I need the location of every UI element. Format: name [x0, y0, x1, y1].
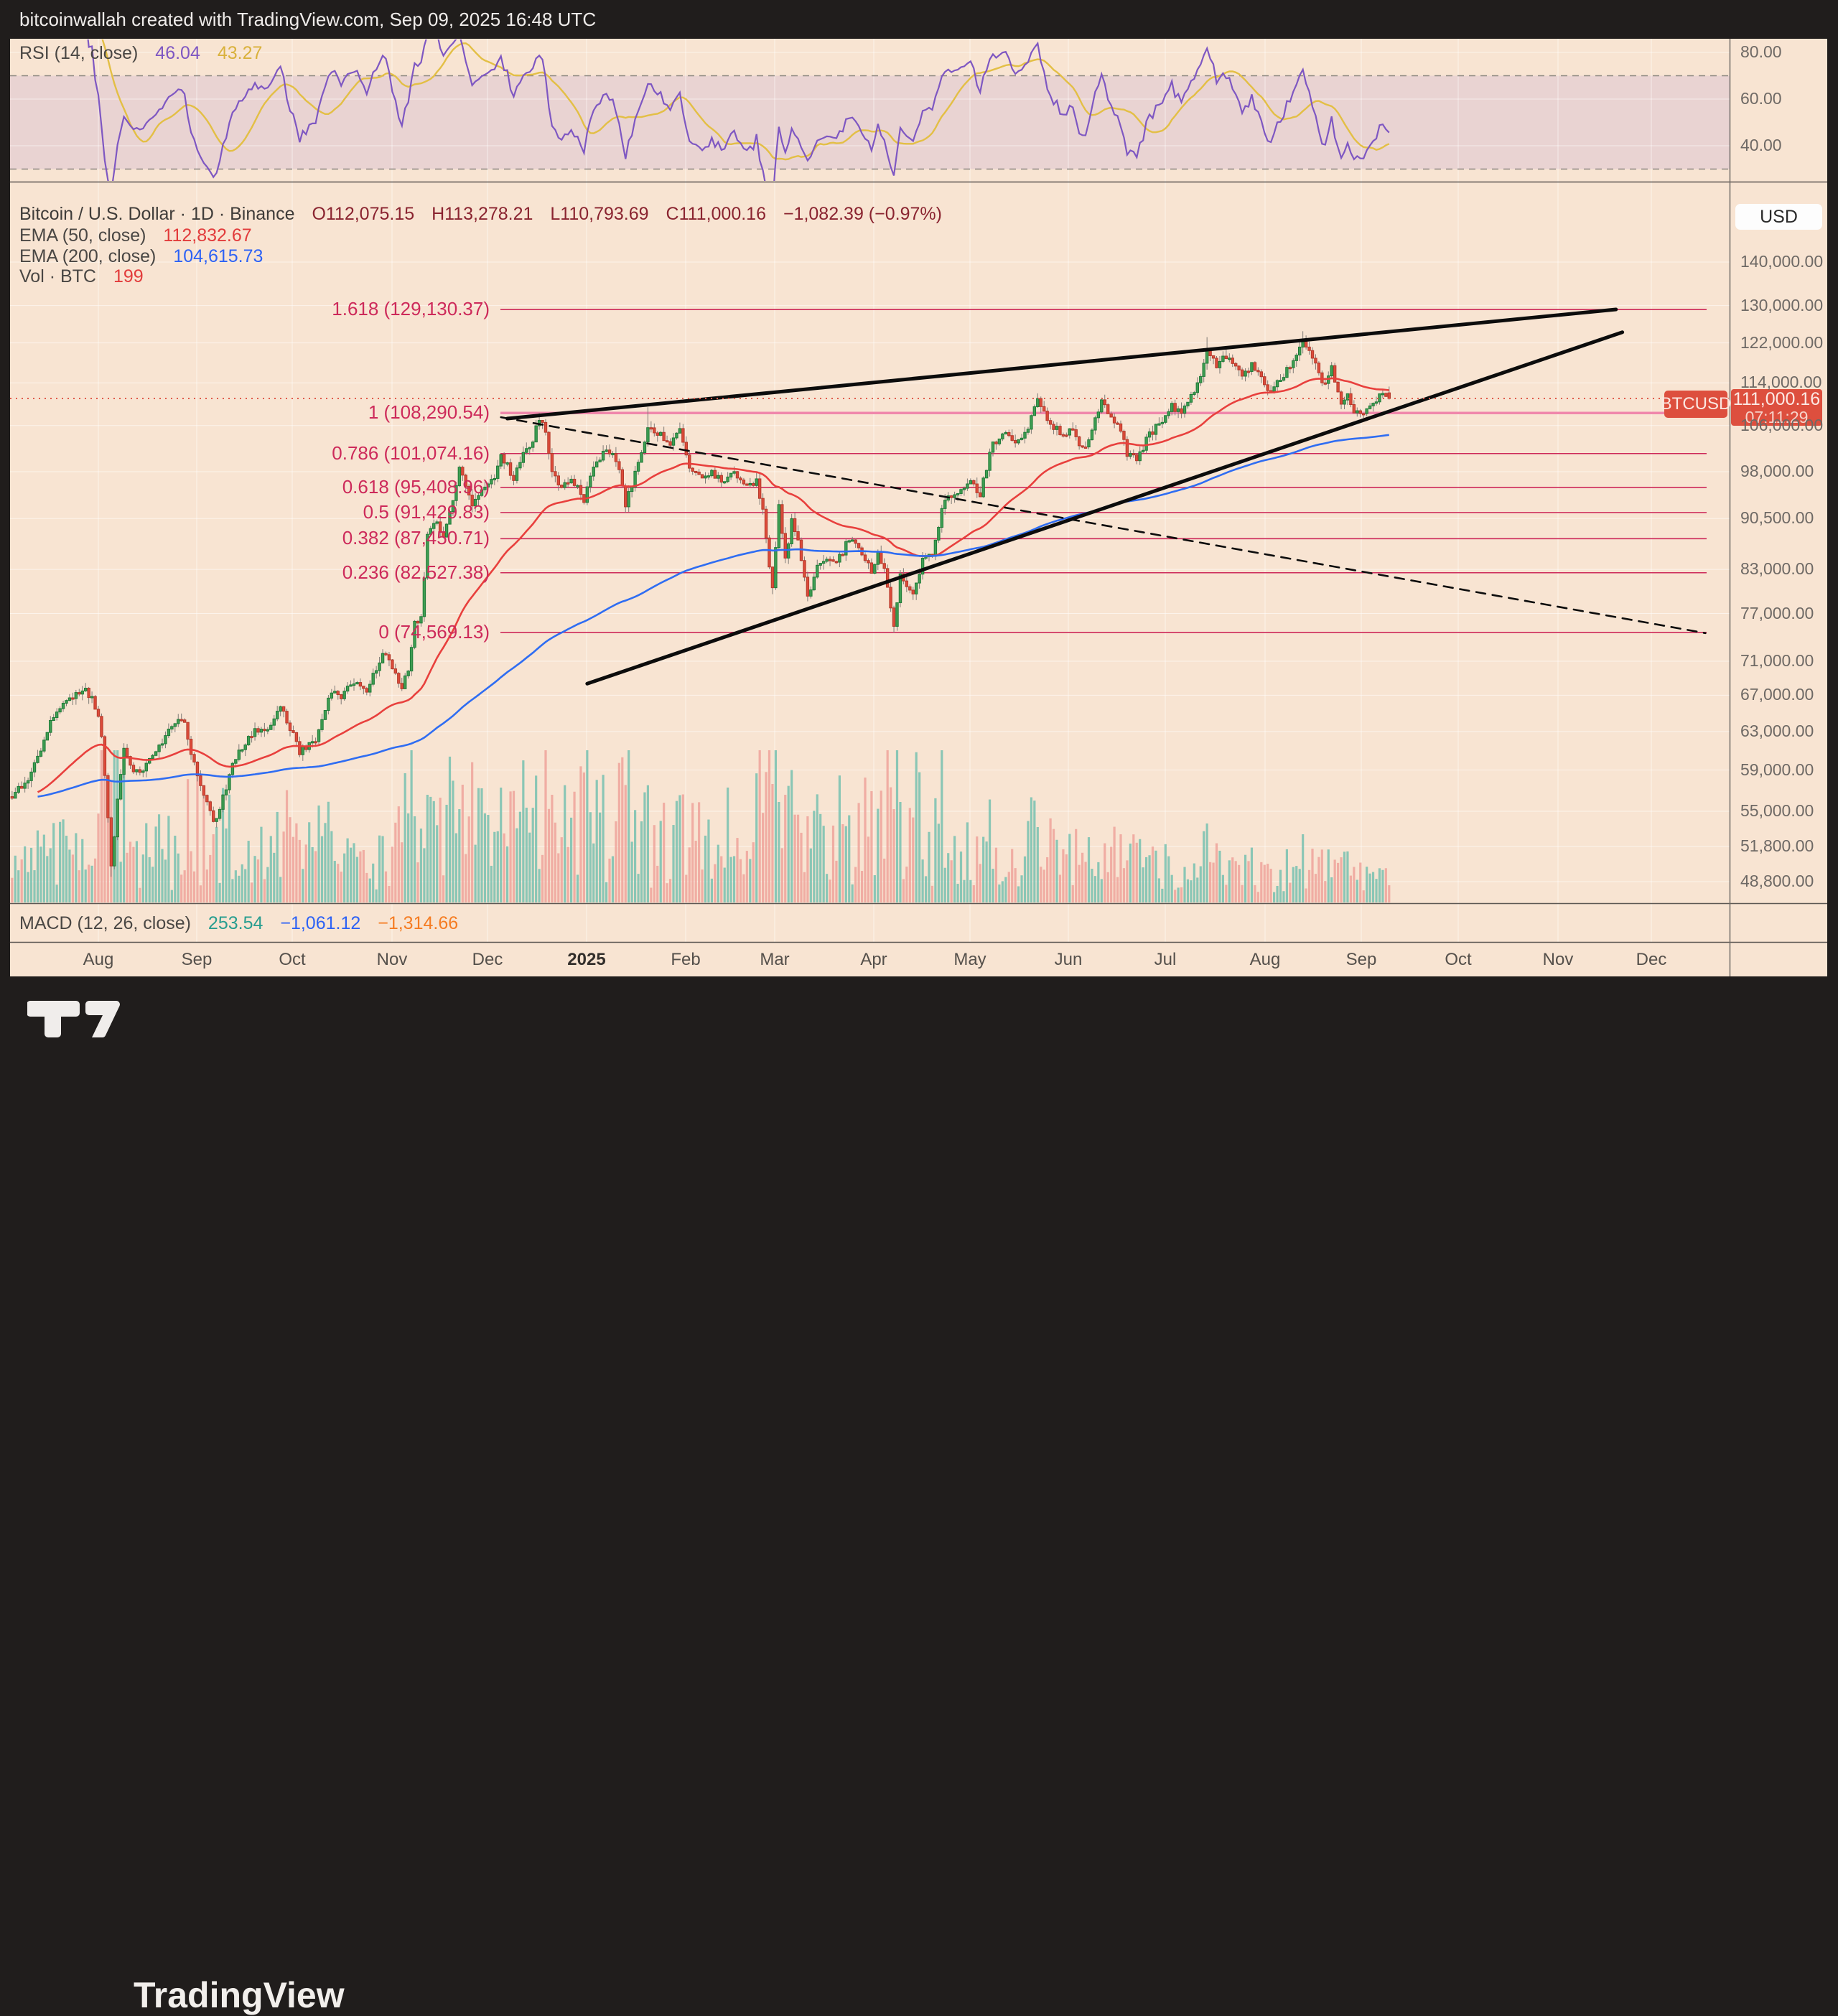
- tradingview-wordmark: TradingView: [134, 1974, 345, 2016]
- currency-button[interactable]: USD: [1735, 204, 1822, 230]
- tradingview-chart-page: bitcoinwallah created with TradingView.c…: [0, 0, 1838, 1050]
- price-chart-canvas[interactable]: [0, 0, 1838, 1050]
